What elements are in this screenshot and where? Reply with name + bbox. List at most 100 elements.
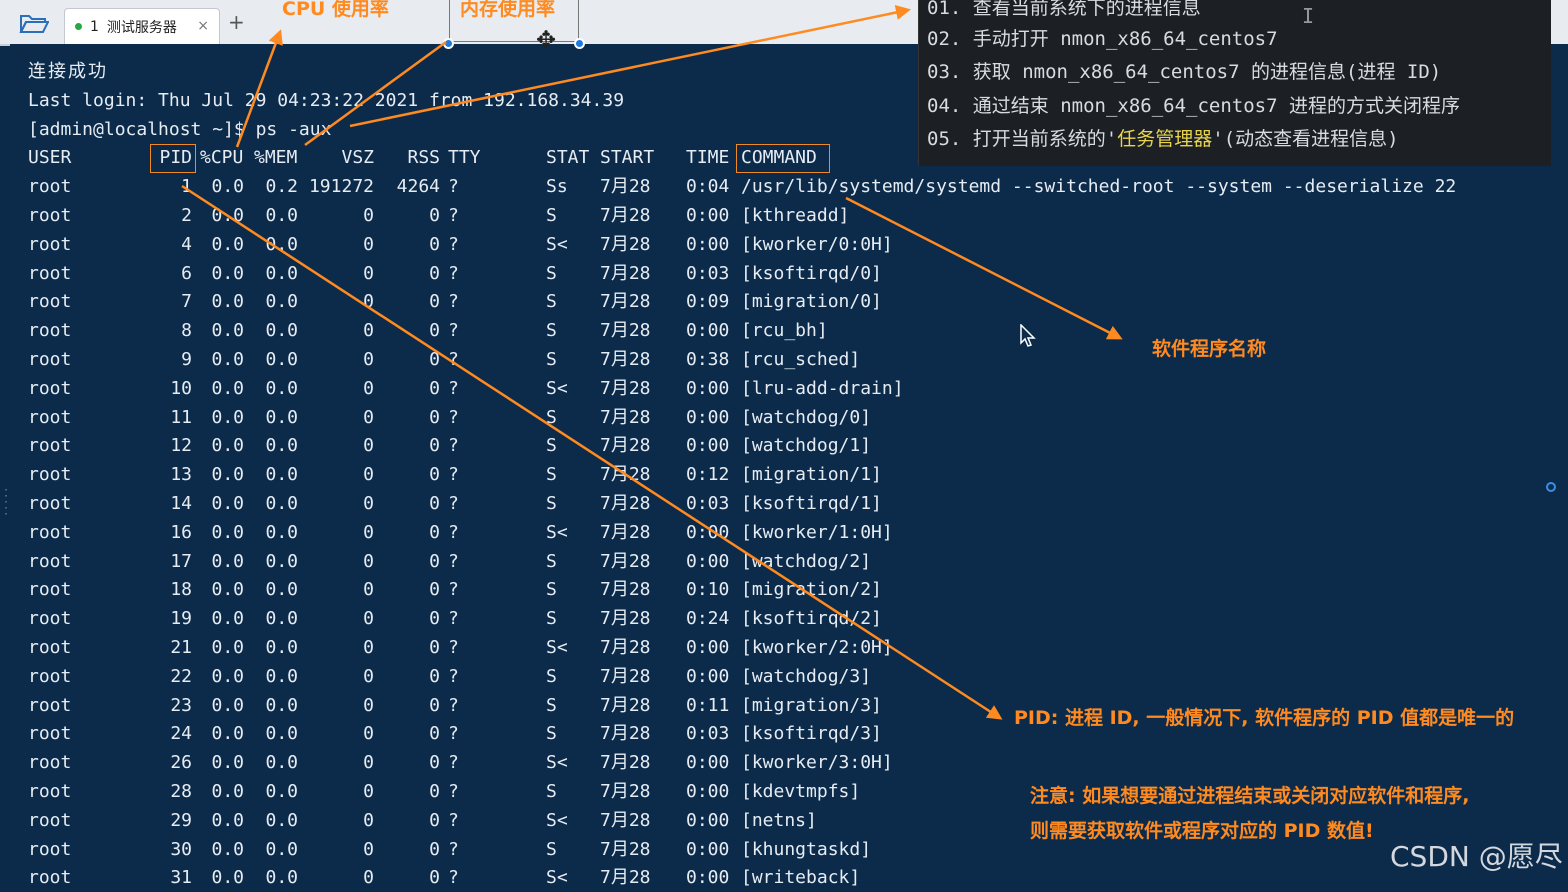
cell-cpu: 0.0 — [211, 262, 244, 284]
cell-pid: 9 — [181, 349, 192, 370]
cell-pid: 24 — [170, 723, 192, 745]
cell-tty: ? — [448, 752, 459, 774]
table-row: root 1 0.0 0.2 191272 4264? Ss 7月28 0:04/usr/lib… — [0, 172, 1568, 201]
cell-tty: ? — [448, 665, 459, 687]
pid-highlight-box — [150, 144, 196, 173]
cell-pid: 16 — [170, 521, 192, 543]
cell-rss: 0 — [429, 550, 440, 572]
cell-stat: S< — [546, 521, 568, 543]
cell-cpu: %CPU — [200, 147, 244, 169]
cell-cpu: 0.0 — [211, 637, 244, 658]
cell-user: root — [28, 291, 72, 313]
cell-cpu: 0.0 — [211, 550, 244, 572]
cell-pid: 14 — [170, 493, 192, 514]
annotation-command: 软件程序名称 — [1152, 338, 1267, 360]
cell-command: [lru-add-drain] — [741, 377, 904, 399]
connect-message: 连接成功 — [28, 61, 108, 82]
cell-time: 0:00 — [686, 809, 730, 831]
cell-start: START — [600, 147, 655, 169]
cell-user: root — [28, 377, 72, 399]
cell-command: [kworker/2:0H] — [741, 637, 893, 658]
cell-user: root — [28, 464, 72, 486]
cell-vsz: 0 — [363, 637, 374, 658]
cell-rss: 4264 — [396, 176, 440, 198]
cell-mem: 0.0 — [265, 349, 298, 370]
cell-stat: S — [546, 320, 557, 342]
cell-mem: 0.0 — [265, 637, 298, 658]
cell-tty: ? — [448, 349, 459, 370]
cell-pid: 17 — [170, 550, 192, 572]
cell-user: root — [28, 838, 72, 860]
cell-tty: ? — [448, 377, 459, 399]
note-item: 02. 手动打开 nmon_x86_64_centos7 — [927, 28, 1278, 50]
cell-cpu: 0.0 — [211, 579, 244, 601]
cell-time: 0:00 — [686, 406, 730, 428]
resize-handle-right[interactable] — [574, 38, 585, 49]
annotation-mem: 内存使用率 — [460, 0, 556, 20]
cell-mem: 0.0 — [265, 377, 298, 399]
scroll-handle[interactable] — [1546, 482, 1556, 492]
cell-cpu: 0.0 — [211, 205, 244, 226]
annotation-note-line1: 注意: 如果想要通过进程结束或关闭对应软件和程序, — [1030, 785, 1470, 807]
cell-rss: 0 — [429, 291, 440, 313]
cell-vsz: 0 — [363, 262, 374, 284]
cell-cpu: 0.0 — [211, 406, 244, 428]
cell-vsz: 0 — [363, 608, 374, 630]
cell-pid: 8 — [181, 320, 192, 342]
table-row: root 2 0.0 0.0 0 0? S 7月28 0:00 [kthreadd] — [0, 201, 1568, 230]
table-row: root 8 0.0 0.0 0 0? S 7月28 0:00 [rcu_bh] — [0, 316, 1568, 345]
move-icon[interactable]: ✥ — [532, 26, 560, 54]
cell-mem: 0.0 — [265, 205, 298, 226]
cell-rss: 0 — [429, 493, 440, 514]
cell-stat: S< — [546, 377, 568, 399]
cell-tty: ? — [448, 291, 459, 313]
cell-start: 7月28 — [600, 262, 651, 284]
cell-pid: 10 — [170, 377, 192, 399]
add-tab-icon[interactable]: + — [228, 12, 248, 34]
cell-mem: 0.0 — [265, 694, 298, 716]
panel-splitter-handle[interactable]: · · · · · — [3, 486, 9, 520]
cell-tty: ? — [448, 493, 459, 514]
tab-close-icon[interactable]: × — [197, 18, 209, 34]
cell-mem: 0.0 — [265, 665, 298, 687]
cell-pid: 26 — [170, 752, 192, 774]
cell-vsz: 0 — [363, 781, 374, 802]
tab-test-server[interactable]: 1 测试服务器 × — [64, 8, 220, 44]
cell-rss: 0 — [429, 349, 440, 370]
cell-time: 0:04 — [686, 176, 730, 198]
cell-mem: 0.0 — [265, 752, 298, 774]
cell-cpu: 0.0 — [211, 752, 244, 774]
table-row: root 18 0.0 0.0 0 0? S 7月28 0:10 [migration/2] — [0, 575, 1568, 604]
cell-time: 0:00 — [686, 377, 730, 399]
cell-time: 0:24 — [686, 608, 730, 630]
cell-time: 0:38 — [686, 349, 730, 370]
folder-open-icon[interactable] — [14, 10, 54, 36]
cell-tty: ? — [448, 550, 459, 572]
cell-stat: S — [546, 781, 557, 802]
cell-mem: 0.0 — [265, 406, 298, 428]
cell-user: root — [28, 752, 72, 774]
cell-command: [watchdog/3] — [741, 665, 872, 687]
cell-stat: S — [546, 349, 557, 370]
cell-vsz: 0 — [363, 723, 374, 745]
resize-handle-left[interactable] — [443, 38, 454, 49]
cell-stat: S< — [546, 809, 568, 831]
cell-vsz: 0 — [363, 809, 374, 831]
cell-stat: S — [546, 665, 557, 687]
annotation-pid: PID: 进程 ID, 一般情况下, 软件程序的 PID 值都是唯一的 — [1014, 707, 1515, 729]
cell-user: root — [28, 550, 72, 572]
cell-rss: RSS — [407, 147, 440, 169]
annotation-cpu: CPU 使用率 — [282, 0, 389, 20]
watermark: CSDN @愿尽 — [1390, 840, 1563, 873]
cell-pid: 29 — [170, 809, 192, 831]
cell-pid: 22 — [170, 665, 192, 687]
cell-cpu: 0.0 — [211, 493, 244, 514]
cell-stat: S — [546, 406, 557, 428]
prompt-line: [admin@localhost ~]$ ps -aux — [28, 118, 332, 140]
note-item: 05. 打开当前系统的'任务管理器'(动态查看进程信息) — [927, 128, 1399, 150]
cell-rss: 0 — [429, 233, 440, 255]
cell-rss: 0 — [429, 608, 440, 630]
cell-command: [ksoftirqd/0] — [741, 262, 882, 284]
cell-time: 0:00 — [686, 838, 730, 860]
cell-user: root — [28, 579, 72, 601]
